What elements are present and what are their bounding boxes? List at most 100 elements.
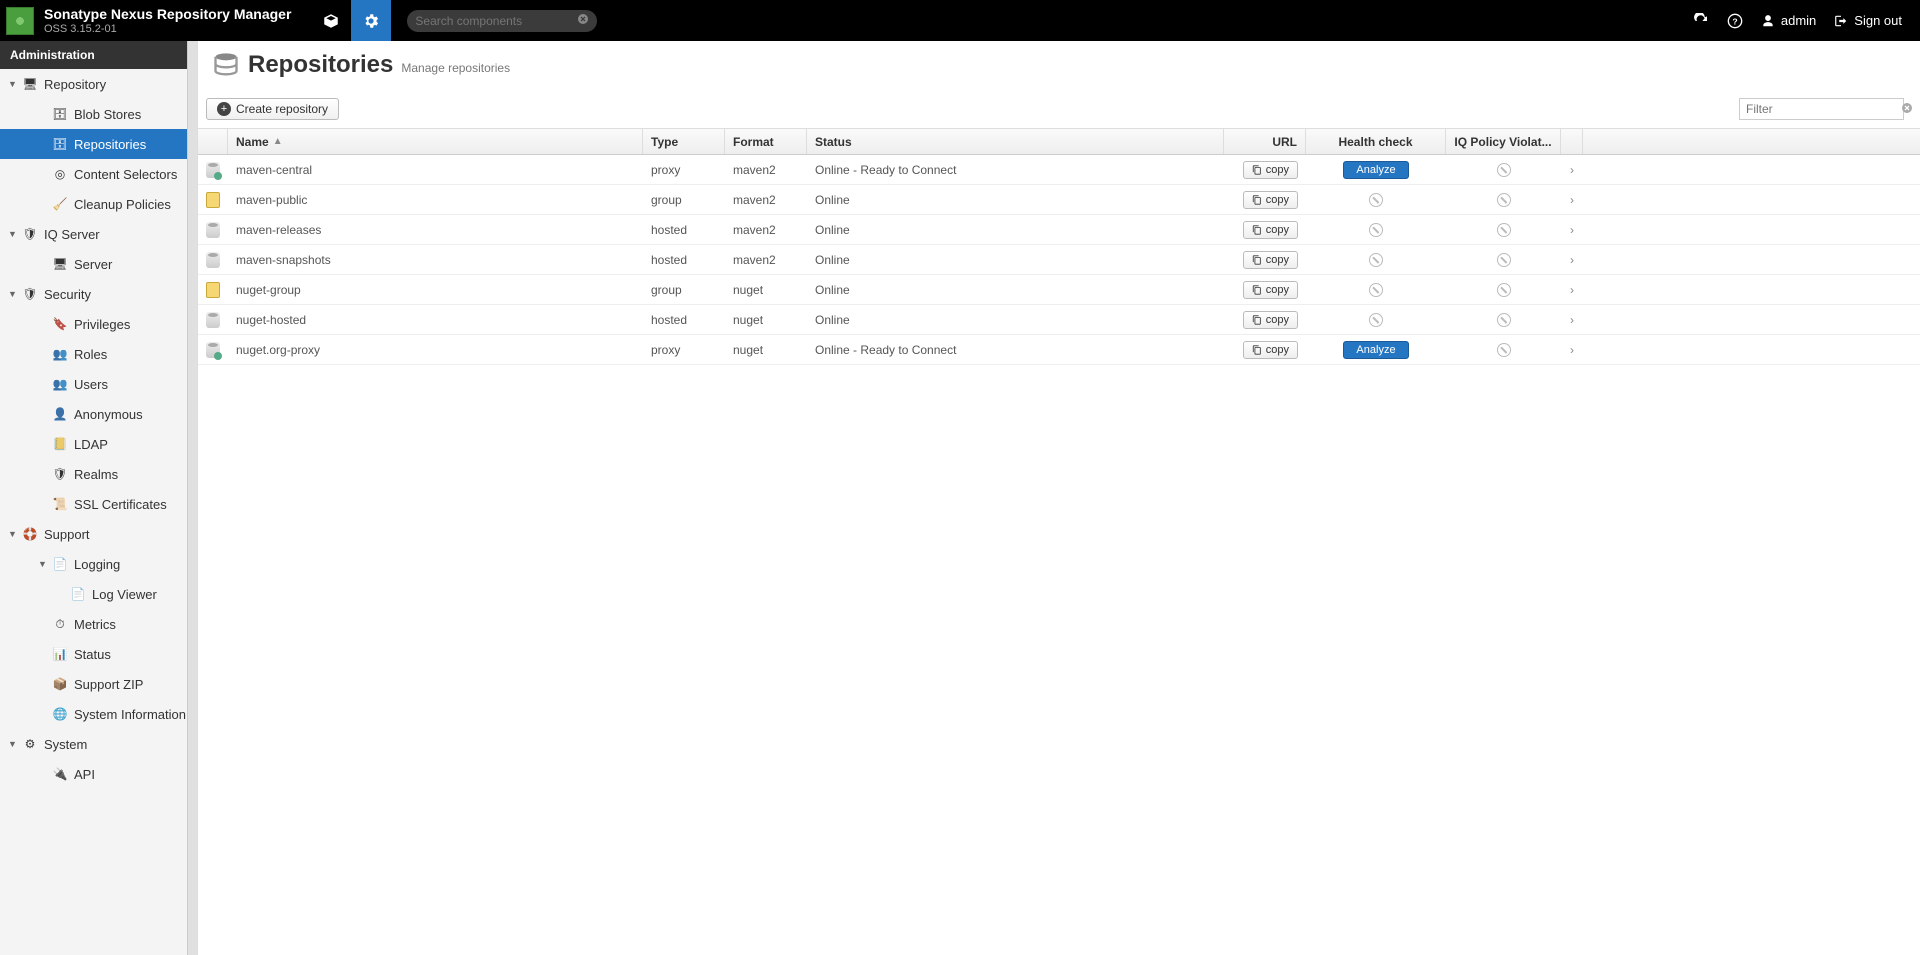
signout-button[interactable]: Sign out [1828, 13, 1908, 28]
grid-body: maven-centralproxymaven2Online - Ready t… [198, 155, 1920, 365]
table-row[interactable]: maven-snapshotshostedmaven2Onlinecopy› [198, 245, 1920, 275]
repo-hosted-icon [206, 312, 220, 328]
analyze-button[interactable]: Analyze [1343, 341, 1408, 359]
chevron-right-icon: › [1570, 253, 1574, 267]
nav-label: API [74, 767, 95, 782]
nav-item-privileges[interactable]: 🔖Privileges [0, 309, 197, 339]
copy-url-button[interactable]: copy [1243, 311, 1298, 329]
nav-item-repository[interactable]: ▼🖥Repository [0, 69, 197, 99]
nav-item-anonymous[interactable]: 👤Anonymous [0, 399, 197, 429]
nav-item-blob-stores[interactable]: 🗄 Blob Stores [0, 99, 197, 129]
nav-item-server[interactable]: 🖥Server [0, 249, 197, 279]
nav-item-api[interactable]: 🔌API [0, 759, 197, 789]
nav-tree: ▼🖥Repository 🗄 Blob Stores 🗄Repositories◎Co… [0, 69, 197, 789]
copy-url-button[interactable]: copy [1243, 191, 1298, 209]
col-name[interactable]: Name▲ [228, 129, 643, 154]
nav-item-iq-server[interactable]: ▼🛡IQ Server [0, 219, 197, 249]
filter-clear-icon[interactable] [1901, 102, 1913, 117]
nav-item-security[interactable]: ▼🛡Security [0, 279, 197, 309]
row-expand[interactable]: › [1561, 245, 1583, 274]
repo-format-cell: nuget [725, 305, 807, 334]
col-icon[interactable] [198, 129, 228, 154]
nav-item-metrics[interactable]: ⏱Metrics [0, 609, 197, 639]
create-repository-button[interactable]: + Create repository [206, 98, 339, 120]
table-row[interactable]: nuget.org-proxyproxynugetOnline - Ready … [198, 335, 1920, 365]
repo-status-cell: Online [807, 215, 1224, 244]
repo-status-cell: Online - Ready to Connect [807, 155, 1224, 184]
table-row[interactable]: nuget-hostedhostednugetOnlinecopy› [198, 305, 1920, 335]
repo-url-cell: copy [1224, 335, 1306, 364]
users-icon: 👥 [52, 346, 68, 362]
col-url[interactable]: URL [1224, 129, 1306, 154]
col-iq[interactable]: IQ Policy Violat... [1446, 129, 1561, 154]
nav-item-support-zip[interactable]: 📦Support ZIP [0, 669, 197, 699]
nav-item-cleanup-policies[interactable]: 🧹Cleanup Policies [0, 189, 197, 219]
nav-label: Log Viewer [92, 587, 157, 602]
analyze-button[interactable]: Analyze [1343, 161, 1408, 179]
nav-item-system-information[interactable]: 🌐System Information [0, 699, 197, 729]
copy-url-button[interactable]: copy [1243, 161, 1298, 179]
nav-item-ldap[interactable]: 📒LDAP [0, 429, 197, 459]
copy-url-button[interactable]: copy [1243, 281, 1298, 299]
nav-item-repositories[interactable]: 🗄Repositories [0, 129, 197, 159]
row-expand[interactable]: › [1561, 305, 1583, 334]
row-expand[interactable]: › [1561, 215, 1583, 244]
repo-status-cell: Online [807, 245, 1224, 274]
nav-item-log-viewer[interactable]: 📄Log Viewer [0, 579, 197, 609]
user-menu[interactable]: admin [1755, 13, 1822, 28]
nav-item-content-selectors[interactable]: ◎Content Selectors [0, 159, 197, 189]
table-row[interactable]: maven-releaseshostedmaven2Onlinecopy› [198, 215, 1920, 245]
nav-item-support[interactable]: ▼🛟Support [0, 519, 197, 549]
nav-label: System [44, 737, 87, 752]
repo-url-cell: copy [1224, 275, 1306, 304]
row-expand[interactable]: › [1561, 335, 1583, 364]
not-available-icon [1369, 223, 1383, 237]
col-health[interactable]: Health check [1306, 129, 1446, 154]
copy-url-button[interactable]: copy [1243, 251, 1298, 269]
col-status[interactable]: Status [807, 129, 1224, 154]
shield-icon: 🛡 [22, 286, 38, 302]
nav-item-status[interactable]: 📊Status [0, 639, 197, 669]
nav-item-realms[interactable]: 🛡Realms [0, 459, 197, 489]
col-type[interactable]: Type [643, 129, 725, 154]
copy-url-button[interactable]: copy [1243, 221, 1298, 239]
col-format[interactable]: Format [725, 129, 807, 154]
nav-label: Blob Stores [74, 107, 141, 122]
filter-box[interactable] [1739, 98, 1904, 120]
nav-label: System Information [74, 707, 186, 722]
nav-item-logging[interactable]: ▼📄Logging [0, 549, 197, 579]
copy-icon [1252, 225, 1262, 235]
refresh-button[interactable] [1687, 7, 1715, 35]
search-clear-icon[interactable] [577, 13, 589, 28]
table-row[interactable]: maven-publicgroupmaven2Onlinecopy› [198, 185, 1920, 215]
table-row[interactable]: nuget-groupgroupnugetOnlinecopy› [198, 275, 1920, 305]
row-expand[interactable]: › [1561, 185, 1583, 214]
nav-item-system[interactable]: ▼⚙System [0, 729, 197, 759]
browse-mode-button[interactable] [311, 0, 351, 41]
doc-icon: 📄 [52, 556, 68, 572]
search-box[interactable] [407, 10, 597, 32]
search-input[interactable] [415, 14, 577, 28]
lifebuoy-icon: 🛟 [22, 526, 38, 542]
repo-health-cell [1306, 185, 1446, 214]
repo-url-cell: copy [1224, 185, 1306, 214]
help-button[interactable]: ? [1721, 7, 1749, 35]
admin-mode-button[interactable] [351, 0, 391, 41]
nav-label: Users [74, 377, 108, 392]
repo-health-cell: Analyze [1306, 335, 1446, 364]
repo-iq-cell [1446, 155, 1561, 184]
copy-url-button[interactable]: copy [1243, 341, 1298, 359]
row-expand[interactable]: › [1561, 155, 1583, 184]
filter-input[interactable] [1746, 102, 1901, 116]
topbar: Sonatype Nexus Repository Manager OSS 3.… [0, 0, 1920, 41]
cylinder-icon: 🗄 [52, 106, 68, 122]
nav-item-ssl-certificates[interactable]: 📜SSL Certificates [0, 489, 197, 519]
repo-url-cell: copy [1224, 215, 1306, 244]
nav-item-roles[interactable]: 👥Roles [0, 339, 197, 369]
sidebar-scrollbar[interactable] [187, 41, 197, 955]
row-expand[interactable]: › [1561, 275, 1583, 304]
repo-name-cell: maven-central [228, 155, 643, 184]
nav-item-users[interactable]: 👥Users [0, 369, 197, 399]
nav-label: Server [74, 257, 112, 272]
table-row[interactable]: maven-centralproxymaven2Online - Ready t… [198, 155, 1920, 185]
